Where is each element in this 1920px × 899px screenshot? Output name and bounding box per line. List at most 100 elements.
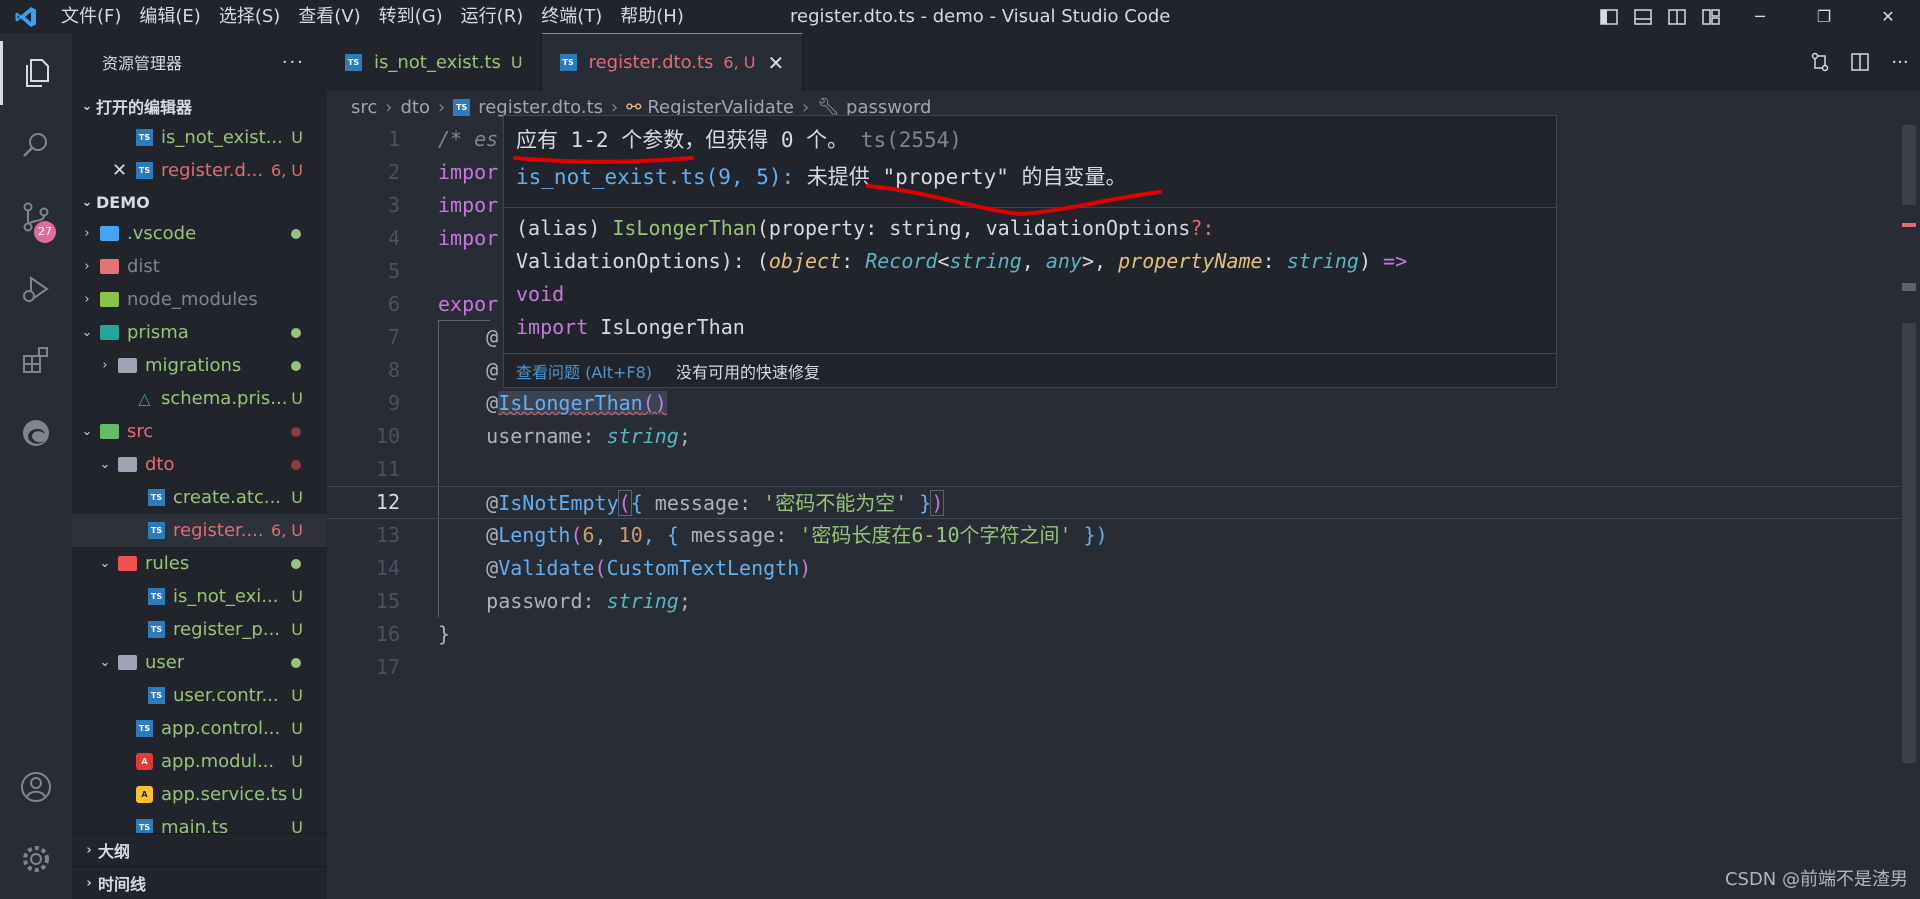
related-location-link[interactable]: is_not_exist.ts(9, 5):	[516, 165, 794, 189]
tree-item[interactable]: TS register.... 6, U	[72, 514, 327, 547]
tree-item[interactable]: ⌄ prisma	[72, 316, 327, 349]
file-name: user.contr...	[173, 685, 279, 706]
extensions-icon[interactable]	[0, 329, 72, 393]
account-icon[interactable]	[0, 755, 72, 819]
tree-item[interactable]: ⌄ user	[72, 646, 327, 679]
menu-view[interactable]: 查看(V)	[289, 0, 369, 33]
tab-is-not-exist[interactable]: TS is_not_exist.ts U	[327, 33, 542, 91]
code-token: IsNotEmpty	[498, 491, 619, 515]
error-marker	[1902, 223, 1916, 227]
tab-label: register.dto.ts	[588, 52, 714, 73]
chevron-down-icon: ⌄	[81, 194, 93, 210]
status-dot	[291, 459, 301, 470]
code-token: string	[949, 249, 1022, 273]
menu-file[interactable]: 文件(F)	[52, 0, 130, 33]
tree-item[interactable]: TS is_not_exi... U	[72, 580, 327, 613]
chevron-right-icon: ›	[86, 875, 92, 891]
code-token: @	[486, 491, 499, 515]
toggle-secondary-sidebar-icon[interactable]	[1660, 0, 1694, 33]
tree-item[interactable]: › .vscode	[72, 217, 327, 250]
tree-item[interactable]: TS register_p... U	[72, 613, 327, 646]
git-status: U	[291, 785, 303, 804]
code-token: @	[486, 391, 499, 415]
chevron-down-icon: ⌄	[81, 98, 93, 114]
close-window-icon[interactable]: ✕	[1856, 0, 1920, 33]
hover-signature: (alias) IsLongerThan(property: string, v…	[504, 208, 1556, 354]
search-icon[interactable]	[0, 113, 72, 177]
tree-item[interactable]: › node_modules	[72, 283, 327, 316]
git-status: U	[291, 389, 303, 408]
editor-scrollbar[interactable]	[1900, 123, 1920, 899]
tab-register-dto[interactable]: TS register.dto.ts 6, U ✕	[541, 33, 804, 91]
code-token: Validate	[498, 556, 595, 580]
split-editor-icon[interactable]	[1840, 33, 1880, 91]
open-changes-icon[interactable]	[1800, 33, 1840, 91]
explorer-sidebar: 资源管理器 ··· ⌄ 打开的编辑器 TS is_not_exist... U ✕ TS…	[72, 33, 327, 899]
open-editor-item[interactable]: TS is_not_exist... U	[72, 121, 327, 154]
breadcrumb-item[interactable]: src	[351, 97, 377, 118]
toggle-primary-sidebar-icon[interactable]	[1592, 0, 1626, 33]
folder-icon	[118, 556, 137, 571]
menu-edit[interactable]: 编辑(E)	[130, 0, 209, 33]
outline-label: 大纲	[98, 842, 131, 861]
code-token: @	[486, 523, 499, 547]
menu-selection[interactable]: 选择(S)	[210, 0, 289, 33]
view-problem-link[interactable]: 查看问题 (Alt+F8)	[516, 359, 652, 383]
run-debug-icon[interactable]	[0, 257, 72, 321]
tab-status: U	[510, 52, 523, 72]
chevron-down-icon: ⌄	[81, 424, 93, 439]
source-control-icon[interactable]: 27	[0, 185, 72, 249]
git-status: U	[291, 488, 303, 507]
scrollbar-thumb[interactable]	[1902, 125, 1916, 205]
menu-terminal[interactable]: 终端(T)	[532, 0, 611, 33]
open-editors-section[interactable]: ⌄ 打开的编辑器	[72, 91, 327, 121]
more-actions-icon[interactable]: ···	[282, 52, 305, 73]
tree-item[interactable]: ⌄ src	[72, 415, 327, 448]
activity-bar: 27	[0, 33, 72, 899]
status-dot	[291, 360, 301, 371]
workspace-label: DEMO	[96, 192, 150, 212]
git-status: U	[291, 686, 303, 705]
more-actions-icon[interactable]: ···	[1880, 33, 1920, 91]
open-editor-item[interactable]: ✕ TS register.d... 6, U	[72, 154, 327, 187]
customize-layout-icon[interactable]	[1694, 0, 1728, 33]
code-token: CustomTextLength	[606, 556, 800, 580]
toggle-panel-icon[interactable]	[1626, 0, 1660, 33]
file-tree: › .vscode › dist › node_modules ⌄ prisma › migrat…	[72, 217, 327, 844]
restore-icon[interactable]: ❐	[1792, 0, 1856, 33]
menu-go[interactable]: 转到(G)	[370, 0, 452, 33]
git-status: U	[291, 620, 303, 639]
tree-item[interactable]: › dist	[72, 250, 327, 283]
title-bar: 文件(F) 编辑(E) 选择(S) 查看(V) 转到(G) 运行(R) 终端(T…	[0, 0, 1920, 33]
timeline-section[interactable]: › 时间线	[72, 866, 327, 899]
related-message: 未提供 "property" 的自变量。	[794, 165, 1127, 189]
edge-icon[interactable]	[0, 401, 72, 465]
tree-item[interactable]: TS app.control... U	[72, 712, 327, 745]
tree-item[interactable]: TS user.contr... U	[72, 679, 327, 712]
workspace-section[interactable]: ⌄ DEMO	[72, 187, 327, 217]
outline-section[interactable]: › 大纲	[72, 833, 327, 866]
tree-item[interactable]: Aapp.service.ts U	[72, 778, 327, 811]
tree-item[interactable]: △ schema.pris... U	[72, 382, 327, 415]
code-token: , {	[642, 523, 691, 547]
breadcrumb-item[interactable]: dto	[400, 97, 430, 118]
settings-gear-icon[interactable]	[0, 827, 72, 891]
tree-item[interactable]: TS create.atc... U	[72, 481, 327, 514]
menu-help[interactable]: 帮助(H)	[611, 0, 693, 33]
tree-item[interactable]: › migrations	[72, 349, 327, 382]
code-token: expor	[438, 292, 499, 316]
tree-item[interactable]: ⌄ dto	[72, 448, 327, 481]
close-tab-icon[interactable]: ✕	[767, 51, 784, 75]
close-icon[interactable]: ✕	[112, 160, 136, 181]
menu-run[interactable]: 运行(R)	[452, 0, 533, 33]
minimize-icon[interactable]: ─	[1728, 0, 1792, 33]
error-token[interactable]: IsLongerThan	[498, 391, 643, 415]
title-controls: ─ ❐ ✕	[1592, 0, 1920, 33]
line-number: 16	[375, 622, 400, 646]
tree-item[interactable]: Aapp.modul... U	[72, 745, 327, 778]
explorer-icon[interactable]	[0, 41, 72, 105]
file-name: app.control...	[161, 718, 281, 739]
tree-item[interactable]: ⌄ rules	[72, 547, 327, 580]
file-name: register....	[173, 520, 264, 541]
line-number: 10	[375, 424, 400, 448]
